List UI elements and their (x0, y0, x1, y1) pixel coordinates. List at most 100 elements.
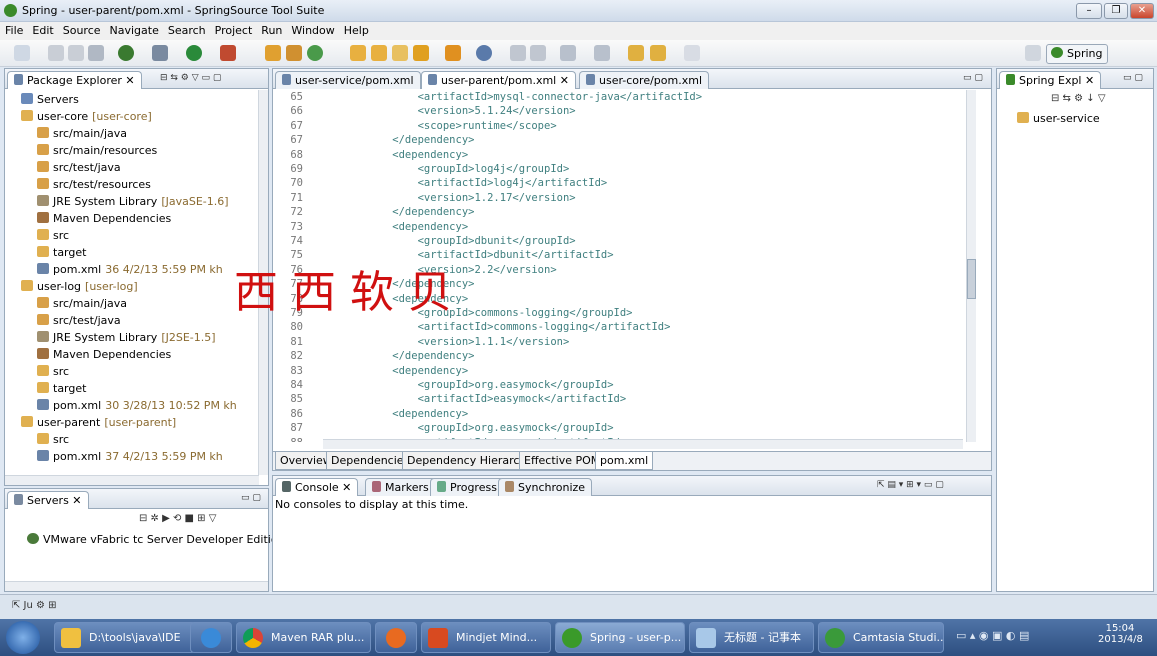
package-tree-hscroll[interactable] (5, 475, 259, 485)
tree-item[interactable]: pom.xml 36 4/2/13 5:59 PM kh (37, 262, 223, 279)
collapse-all-icon[interactable]: ⊟ ⇆ ⚙ ▽ ▭ ▢ (160, 73, 221, 83)
servers-minmax[interactable]: ▭ ▢ (241, 493, 261, 503)
menu-file[interactable]: File (0, 22, 27, 37)
tree-item[interactable]: Maven Dependencies (37, 347, 171, 364)
tree-item[interactable]: src (37, 432, 69, 449)
open-type-icon[interactable] (350, 45, 366, 61)
tree-item[interactable]: src/test/java (37, 160, 121, 177)
tab-user-core-pom[interactable]: user-core/pom.xml (579, 71, 709, 89)
task-explorer[interactable]: D:\tools\java\IDE (54, 622, 196, 653)
tab-servers[interactable]: Servers ✕ (7, 491, 89, 509)
forward-icon[interactable] (650, 45, 666, 61)
open-perspective-icon[interactable] (1025, 45, 1041, 61)
previous-annotation-icon[interactable] (594, 45, 610, 61)
task-chrome[interactable]: Maven RAR plu... (236, 622, 371, 653)
tree-item[interactable]: target (37, 381, 86, 398)
globe-icon[interactable] (476, 45, 492, 61)
tree-item[interactable]: target (37, 245, 86, 262)
spring-icon[interactable] (118, 45, 134, 61)
task-ie[interactable] (190, 622, 232, 653)
code-vscroll-thumb[interactable] (967, 259, 976, 299)
print-icon[interactable] (88, 45, 104, 61)
tab-user-service-pom[interactable]: user-service/pom.xml (275, 71, 421, 89)
tree-item[interactable]: JRE System Library [J2SE-1.5] (37, 330, 216, 347)
tree-item[interactable]: src/main/resources (37, 143, 157, 160)
menu-search[interactable]: Search (163, 22, 210, 37)
external-tools-icon[interactable] (220, 45, 236, 61)
edit-icon[interactable] (413, 45, 429, 61)
tree-item[interactable]: src (37, 228, 69, 245)
close-button[interactable]: ✕ (1130, 3, 1154, 19)
tree-item[interactable]: src/main/java (37, 126, 127, 143)
run-icon[interactable] (186, 45, 202, 61)
tree-item[interactable]: JRE System Library [JavaSE-1.6] (37, 194, 229, 211)
fast-view-icons[interactable]: ⇱ Ju ⚙ ⊞ (12, 600, 57, 611)
tray-icons[interactable]: ▭ ▴ ◉ ▣ ◐ ▤ (956, 629, 1029, 642)
menu-help[interactable]: Help (339, 22, 373, 37)
servers-hscroll[interactable] (5, 581, 268, 591)
task-notepad[interactable]: 无标题 - 记事本 (689, 622, 814, 653)
search-icon[interactable] (445, 45, 461, 61)
tree-item[interactable]: Maven Dependencies (37, 211, 171, 228)
tree-item[interactable]: src (37, 364, 69, 381)
minimize-button[interactable]: – (1076, 3, 1102, 19)
tab-spring-explorer[interactable]: Spring Expl ✕ (999, 71, 1102, 89)
tab-package-explorer[interactable]: Package Explorer ✕ (7, 71, 142, 89)
tree-item[interactable]: pom.xml 30 3/28/13 10:52 PM kh (37, 398, 237, 415)
editor-minmax[interactable]: ▭ ▢ (963, 73, 983, 83)
task-camtasia[interactable]: Camtasia Studi... (818, 622, 944, 653)
clock[interactable]: 15:04 2013/4/8 (1098, 623, 1143, 645)
tab-effective-pom[interactable]: Effective POM (519, 452, 606, 470)
tree-item[interactable]: user-log [user-log] (21, 279, 138, 296)
spring-explorer-toolbar-icons[interactable]: ⊟ ⇆ ⚙ ↓ ▽ (1051, 93, 1106, 104)
open-resource-icon[interactable] (371, 45, 387, 61)
code-hscroll[interactable] (323, 439, 963, 449)
task-mindjet[interactable]: Mindjet Mind... (421, 622, 551, 653)
menu-edit[interactable]: Edit (27, 22, 57, 37)
start-button[interactable] (6, 621, 40, 654)
tree-item[interactable]: Servers (21, 92, 79, 109)
toggle-mark-icon[interactable] (510, 45, 526, 61)
menu-project[interactable]: Project (210, 22, 257, 37)
new-java-project-icon[interactable] (265, 45, 281, 61)
spring-explorer-minmax[interactable]: ▭ ▢ (1123, 73, 1143, 83)
menu-window[interactable]: Window (286, 22, 338, 37)
task-spring[interactable]: Spring - user-p... (555, 622, 685, 653)
maximize-button[interactable]: ❐ (1104, 3, 1128, 19)
servers-toolbar-icons[interactable]: ⊟ ✲ ▶ ⟲ ■ ⊞ ▽ (139, 513, 216, 524)
code-line: 67 <scope>runtime</scope> (273, 119, 963, 134)
menu-run[interactable]: Run (256, 22, 286, 37)
console-toolbar-icons[interactable]: ⇱ ▤ ▾ ⊞ ▾ ▭ ▢ (877, 480, 944, 490)
task-firefox[interactable] (375, 622, 417, 653)
last-edit-icon[interactable] (684, 45, 700, 61)
server-item[interactable]: VMware vFabric tc Server Developer Editi… (27, 532, 295, 549)
tab-console[interactable]: Console ✕ (275, 478, 359, 496)
tree-item[interactable]: pom.xml 37 4/2/13 5:59 PM kh (37, 449, 223, 466)
tree-item[interactable]: src/main/java (37, 296, 127, 313)
tab-pom-xml[interactable]: pom.xml (595, 452, 654, 470)
tree-item[interactable]: user-core [user-core] (21, 109, 152, 126)
show-whitespace-icon[interactable] (530, 45, 546, 61)
tab-markers[interactable]: Markers (365, 478, 436, 496)
back-icon[interactable] (628, 45, 644, 61)
tree-item[interactable]: src/test/java (37, 313, 121, 330)
menu-source[interactable]: Source (58, 22, 105, 37)
next-annotation-icon[interactable] (560, 45, 576, 61)
spring-explorer-item[interactable]: user-service (1017, 111, 1100, 128)
spring-perspective-button[interactable]: Spring (1046, 44, 1108, 64)
debug-icon[interactable] (152, 45, 168, 61)
save-icon[interactable] (48, 45, 64, 61)
tree-item[interactable]: user-parent [user-parent] (21, 415, 176, 432)
tab-synchronize[interactable]: Synchronize (498, 478, 593, 496)
tab-progress[interactable]: Progress (430, 478, 504, 496)
tree-item[interactable]: src/test/resources (37, 177, 151, 194)
save-all-icon[interactable] (68, 45, 84, 61)
new-package-icon[interactable] (286, 45, 302, 61)
camtasia-icon (825, 628, 845, 648)
new-class-icon[interactable] (307, 45, 323, 61)
tab-user-parent-pom[interactable]: user-parent/pom.xml ✕ (421, 71, 576, 89)
new-icon[interactable] (14, 45, 30, 61)
tab-dependency-hierarchy[interactable]: Dependency Hierarchy (402, 452, 538, 470)
menu-navigate[interactable]: Navigate (105, 22, 163, 37)
open-task-icon[interactable] (392, 45, 408, 61)
